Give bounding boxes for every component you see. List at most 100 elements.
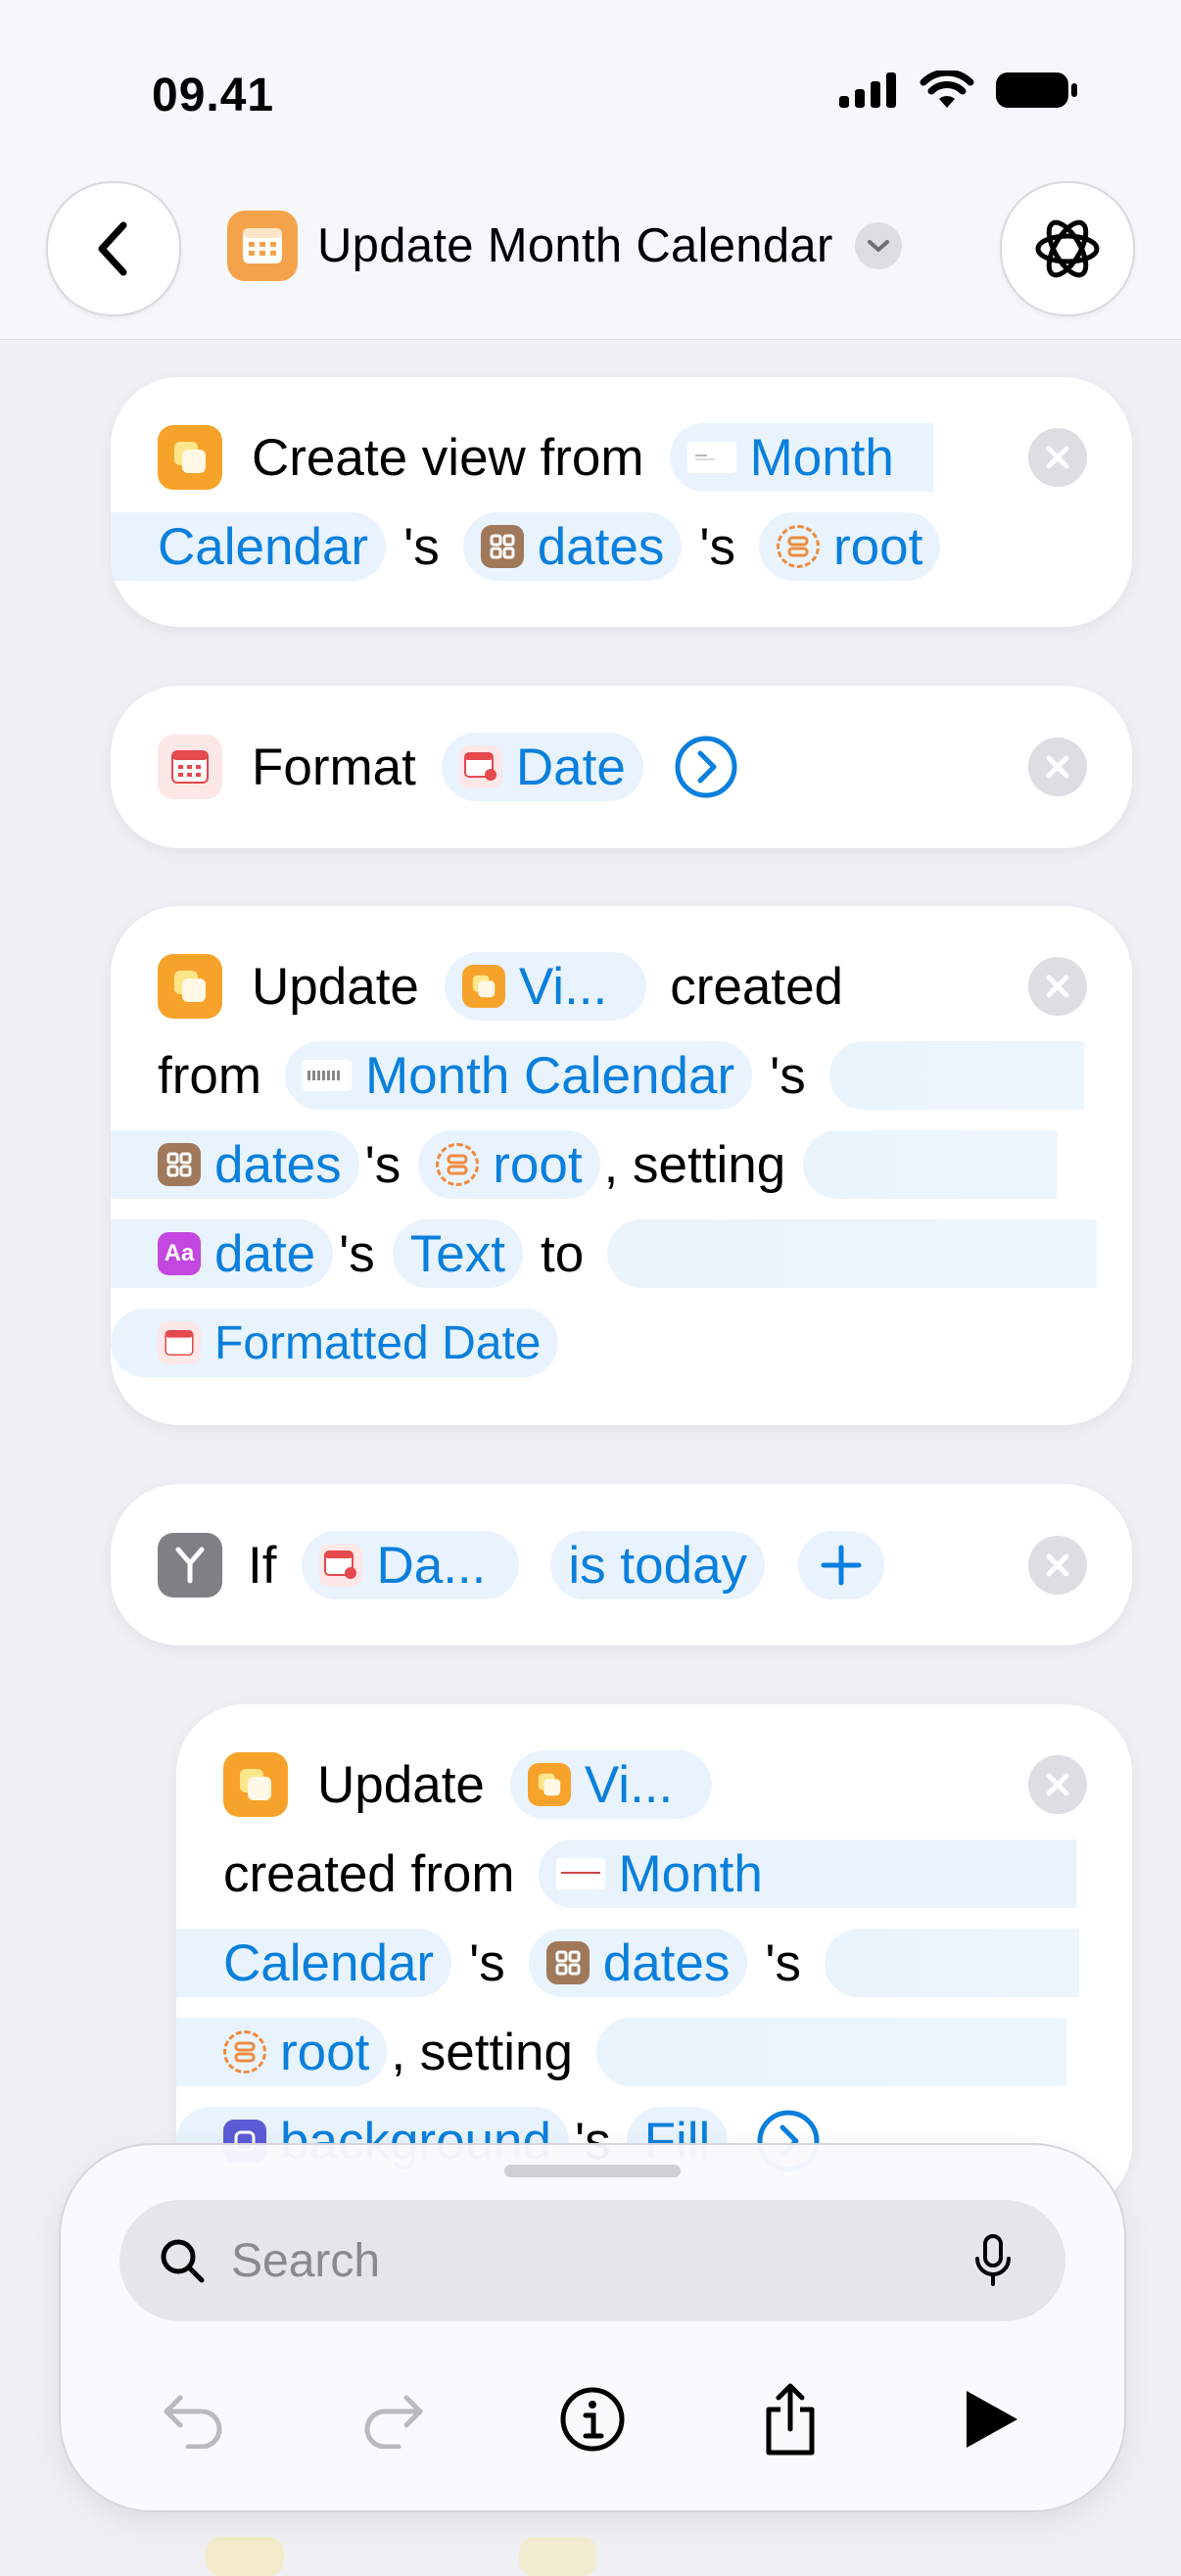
action-update-view-nested[interactable]: Update Vi... created from Month Calendar… bbox=[176, 1704, 1132, 2214]
token-label: Month bbox=[749, 428, 894, 487]
search-icon bbox=[161, 2239, 205, 2283]
possessive-text: 's bbox=[770, 1046, 806, 1105]
shortcut-title-menu[interactable]: Update Month Calendar bbox=[227, 211, 902, 281]
possessive-text: 's bbox=[469, 1933, 505, 1992]
share-button[interactable] bbox=[746, 2375, 834, 2463]
editor-toolbar bbox=[61, 2356, 1124, 2483]
sheet-grabber[interactable] bbox=[504, 2165, 681, 2177]
token-label: Month Calendar bbox=[365, 1046, 735, 1105]
token-label: root bbox=[280, 2023, 370, 2081]
add-condition-button[interactable] bbox=[798, 1531, 885, 1599]
redo-icon bbox=[364, 2395, 423, 2449]
date-token[interactable]: Da... bbox=[302, 1531, 520, 1599]
redo-button[interactable] bbox=[350, 2375, 438, 2463]
date-token[interactable]: Date bbox=[441, 733, 643, 801]
next-action-hint bbox=[519, 2537, 597, 2576]
remove-action-button[interactable] bbox=[1028, 428, 1087, 487]
next-action-hint bbox=[206, 2537, 284, 2576]
view-token[interactable]: Vi... bbox=[509, 1750, 713, 1819]
remove-action-button[interactable] bbox=[1028, 1755, 1087, 1814]
plus-icon bbox=[821, 1545, 862, 1586]
possessive-text: 's bbox=[364, 1135, 402, 1194]
grid-icon bbox=[158, 1143, 201, 1186]
share-icon bbox=[766, 2383, 815, 2456]
stack-icon bbox=[223, 2030, 266, 2074]
token-label: Month bbox=[618, 1844, 763, 1903]
from-text: from bbox=[158, 1046, 261, 1105]
possessive-text: 's bbox=[403, 517, 440, 576]
month-calendar-token-cont[interactable]: Calendar bbox=[176, 1929, 452, 1997]
to-text: to bbox=[540, 1224, 585, 1283]
token-label: dates bbox=[537, 517, 665, 576]
token-label: root bbox=[833, 517, 923, 576]
close-icon bbox=[1046, 446, 1069, 469]
wifi-icon bbox=[920, 71, 974, 108]
action-verb: Create view from bbox=[252, 428, 644, 487]
action-verb: Update bbox=[252, 957, 419, 1016]
created-text: created bbox=[670, 957, 844, 1016]
intelligence-button[interactable] bbox=[1000, 181, 1135, 316]
dates-token[interactable]: dates bbox=[528, 1929, 748, 1997]
calendar-action-icon bbox=[158, 735, 222, 799]
token-label: is today bbox=[568, 1536, 748, 1595]
view-token[interactable]: Vi... bbox=[444, 952, 647, 1021]
undo-button[interactable] bbox=[149, 2375, 237, 2463]
close-icon bbox=[1046, 1553, 1069, 1577]
text-token[interactable]: Text bbox=[392, 1219, 523, 1288]
info-button[interactable] bbox=[548, 2375, 637, 2463]
condition-token[interactable]: is today bbox=[550, 1531, 766, 1599]
expand-options-button[interactable] bbox=[675, 736, 737, 798]
calendar-app-icon bbox=[227, 211, 298, 281]
undo-icon bbox=[164, 2395, 222, 2449]
action-create-view[interactable]: Create view from Month Calendar 's dates… bbox=[111, 377, 1132, 627]
view-icon bbox=[461, 965, 505, 1008]
action-if[interactable]: If Da... is today bbox=[111, 1484, 1132, 1646]
date-property-token[interactable]: Aa date bbox=[111, 1219, 334, 1288]
month-calendar-token[interactable]: Month bbox=[669, 423, 933, 492]
token-label: dates bbox=[602, 1933, 731, 1992]
month-calendar-token[interactable]: Month bbox=[538, 1839, 1076, 1908]
formatted-date-token[interactable]: Formatted Date bbox=[111, 1309, 559, 1377]
bottom-action-sheet: Search bbox=[59, 2143, 1126, 2512]
remove-action-button[interactable] bbox=[1028, 957, 1087, 1016]
action-verb: If bbox=[248, 1536, 277, 1595]
remove-action-button[interactable] bbox=[1028, 738, 1087, 796]
month-calendar-token[interactable]: Month Calendar bbox=[285, 1041, 753, 1110]
view-icon bbox=[527, 1763, 571, 1806]
run-button[interactable] bbox=[947, 2375, 1035, 2463]
calendar-badge-icon bbox=[319, 1544, 363, 1587]
token-label: date bbox=[214, 1224, 316, 1283]
stack-icon bbox=[436, 1143, 480, 1186]
chevron-right-circle-icon bbox=[675, 736, 737, 798]
close-icon bbox=[1046, 975, 1069, 998]
battery-icon bbox=[996, 72, 1077, 108]
calendar-thumbnail-icon bbox=[303, 1060, 352, 1091]
back-button[interactable] bbox=[46, 181, 181, 316]
status-icons bbox=[839, 71, 1078, 110]
root-token[interactable]: root bbox=[176, 2018, 388, 2086]
action-verb: Format bbox=[252, 738, 416, 796]
chevron-left-icon bbox=[98, 221, 127, 276]
token-label: Formatted Date bbox=[214, 1316, 542, 1369]
chevron-down-icon bbox=[854, 222, 902, 269]
root-token[interactable]: root bbox=[759, 512, 941, 581]
stack-icon bbox=[777, 525, 820, 568]
calendar-action-icon bbox=[158, 1321, 201, 1364]
branch-icon bbox=[158, 1533, 222, 1598]
dates-token[interactable]: dates bbox=[462, 512, 683, 581]
view-action-icon bbox=[158, 954, 222, 1019]
action-format-date[interactable]: Format Date bbox=[111, 686, 1132, 848]
calendar-thumbnail-icon bbox=[686, 442, 736, 473]
dates-token[interactable]: dates bbox=[111, 1130, 359, 1199]
calendar-thumbnail-icon bbox=[555, 1858, 605, 1889]
search-input[interactable]: Search bbox=[231, 2234, 380, 2288]
microphone-icon[interactable] bbox=[973, 2233, 1013, 2288]
month-calendar-token-cont[interactable]: Calendar bbox=[111, 512, 387, 581]
possessive-text: 's bbox=[699, 517, 735, 576]
action-update-view[interactable]: Update Vi... created from Month Calendar… bbox=[111, 906, 1132, 1425]
token-label: Vi... bbox=[584, 1755, 674, 1814]
remove-action-button[interactable] bbox=[1028, 1536, 1087, 1595]
view-action-icon bbox=[158, 425, 222, 490]
root-token[interactable]: root bbox=[418, 1130, 600, 1199]
search-bar[interactable]: Search bbox=[119, 2200, 1065, 2321]
